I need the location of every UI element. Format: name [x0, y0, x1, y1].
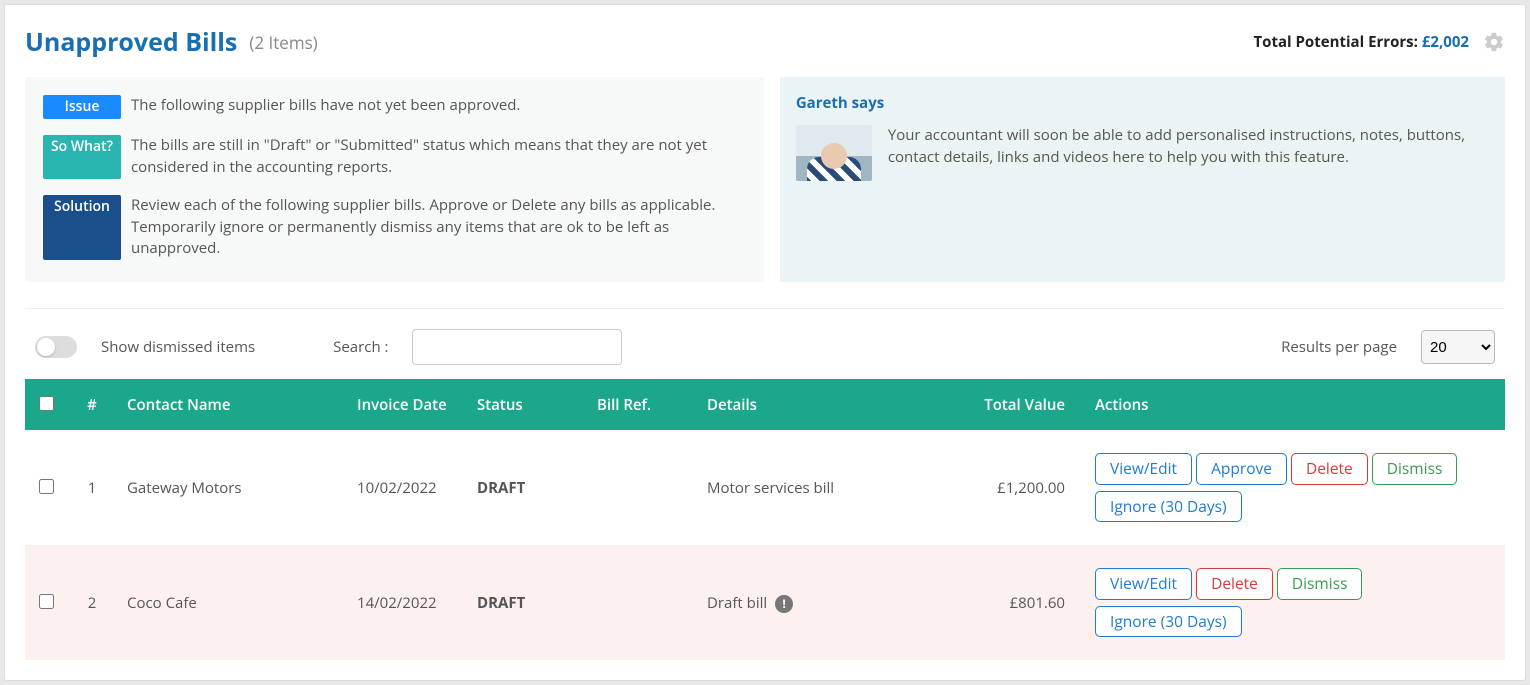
show-dismissed-label: Show dismissed items — [101, 337, 255, 357]
sowhat-tag: So What? — [43, 135, 121, 179]
item-count: (2 Items) — [249, 31, 317, 54]
col-num[interactable]: # — [67, 379, 117, 430]
row-status: DRAFT — [467, 430, 587, 545]
row-ref — [587, 545, 697, 660]
separator — [25, 308, 1505, 309]
rpp-select[interactable]: 20 — [1421, 330, 1495, 364]
sowhat-text: The bills are still in "Draft" or "Submi… — [131, 135, 746, 179]
row-checkbox[interactable] — [39, 479, 54, 494]
header: Unapproved Bills (2 Items) Total Potenti… — [25, 25, 1505, 59]
issue-tag: Issue — [43, 95, 121, 119]
col-date[interactable]: Invoice Date — [347, 379, 467, 430]
row-total: £1,200.00 — [945, 430, 1075, 545]
delete-button[interactable]: Delete — [1196, 568, 1273, 600]
table-row: 1Gateway Motors10/02/2022DRAFT Motor serv… — [25, 430, 1505, 545]
show-dismissed-toggle[interactable] — [35, 336, 77, 358]
row-actions: View/EditDeleteDismiss Ignore (30 Days) — [1075, 545, 1505, 660]
approve-button[interactable]: Approve — [1196, 453, 1287, 485]
col-actions: Actions — [1075, 379, 1505, 430]
col-total[interactable]: Total Value — [945, 379, 1075, 430]
info-panel: Issue The following supplier bills have … — [25, 77, 764, 282]
issue-text: The following supplier bills have not ye… — [131, 95, 520, 119]
ignore-button[interactable]: Ignore (30 Days) — [1095, 606, 1242, 638]
results-table: # Contact Name Invoice Date Status Bill … — [25, 379, 1505, 660]
row-checkbox[interactable] — [39, 594, 54, 609]
dismiss-button[interactable]: Dismiss — [1277, 568, 1363, 600]
row-num: 2 — [67, 545, 117, 660]
page-title: Unapproved Bills — [25, 25, 237, 59]
gareth-text: Your accountant will soon be able to add… — [888, 125, 1489, 181]
row-date: 14/02/2022 — [347, 545, 467, 660]
col-ref[interactable]: Bill Ref. — [587, 379, 697, 430]
row-actions: View/EditApproveDeleteDismiss Ignore (30 … — [1075, 430, 1505, 545]
info-row: Issue The following supplier bills have … — [25, 77, 1505, 282]
delete-button[interactable]: Delete — [1291, 453, 1368, 485]
row-ref — [587, 430, 697, 545]
dismiss-button[interactable]: Dismiss — [1372, 453, 1458, 485]
col-checkbox — [25, 379, 67, 430]
row-contact: Coco Cafe — [117, 545, 347, 660]
total-errors: Total Potential Errors: £2,002 — [1253, 32, 1469, 52]
col-details[interactable]: Details — [697, 379, 945, 430]
select-all-checkbox[interactable] — [39, 396, 54, 411]
search-label: Search : — [333, 337, 388, 357]
view-edit-button[interactable]: View/Edit — [1095, 453, 1192, 485]
col-status[interactable]: Status — [467, 379, 587, 430]
avatar — [796, 125, 872, 181]
search-input[interactable] — [412, 329, 622, 365]
row-date: 10/02/2022 — [347, 430, 467, 545]
main-card: Unapproved Bills (2 Items) Total Potenti… — [4, 4, 1526, 681]
row-details: Draft bill ! — [697, 545, 945, 660]
gareth-panel: Gareth says Your accountant will soon be… — [780, 77, 1505, 282]
view-edit-button[interactable]: View/Edit — [1095, 568, 1192, 600]
ignore-button[interactable]: Ignore (30 Days) — [1095, 491, 1242, 523]
row-status: DRAFT — [467, 545, 587, 660]
col-contact[interactable]: Contact Name — [117, 379, 347, 430]
gear-icon[interactable] — [1483, 31, 1505, 53]
gareth-title: Gareth says — [796, 93, 1489, 113]
row-contact: Gateway Motors — [117, 430, 347, 545]
warning-icon[interactable]: ! — [775, 595, 793, 613]
solution-text: Review each of the following supplier bi… — [131, 195, 746, 260]
total-errors-amount: £2,002 — [1422, 32, 1469, 52]
rpp-label: Results per page — [1281, 337, 1397, 357]
row-total: £801.60 — [945, 545, 1075, 660]
row-num: 1 — [67, 430, 117, 545]
row-details: Motor services bill — [697, 430, 945, 545]
controls-row: Show dismissed items Search : Results pe… — [25, 329, 1505, 379]
table-row: 2Coco Cafe14/02/2022DRAFT Draft bill !£80… — [25, 545, 1505, 660]
solution-tag: Solution — [43, 195, 121, 260]
total-errors-label: Total Potential Errors: — [1253, 32, 1421, 52]
